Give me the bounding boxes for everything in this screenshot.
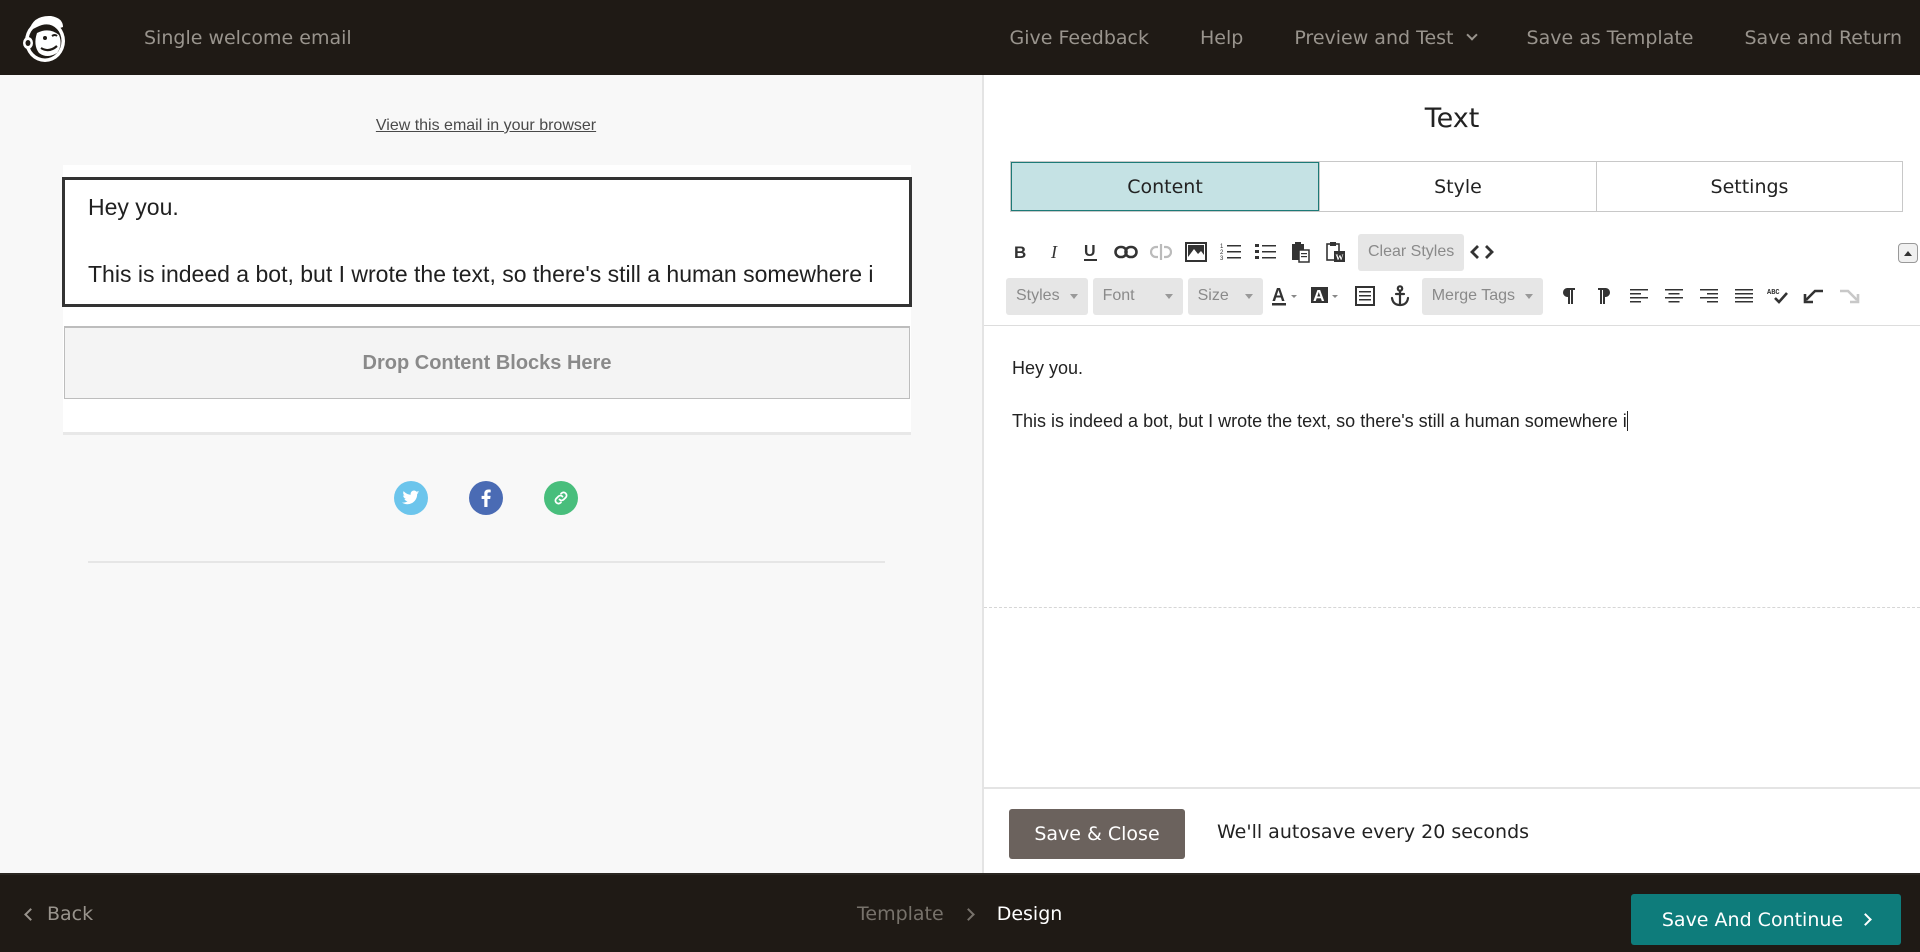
view-in-browser-link[interactable]: View this email in your browser	[0, 117, 972, 135]
chevron-right-icon	[1859, 913, 1872, 926]
collapse-toolbar-button[interactable]	[1898, 243, 1918, 263]
spellcheck-icon[interactable]: ABC	[1766, 278, 1792, 314]
svg-text:ABC: ABC	[1767, 289, 1780, 297]
image-icon[interactable]	[1183, 234, 1209, 270]
caret-down-icon	[1164, 293, 1173, 299]
tab-settings[interactable]: Settings	[1596, 162, 1902, 211]
breadcrumb-template[interactable]: Template	[857, 903, 944, 925]
mailchimp-logo-icon[interactable]	[18, 10, 70, 66]
align-left-icon[interactable]	[1626, 278, 1652, 314]
chevron-left-icon	[24, 907, 37, 921]
paste-icon[interactable]	[1288, 234, 1314, 270]
link-icon[interactable]	[1113, 234, 1139, 270]
social-icons	[0, 481, 972, 515]
top-nav: Give Feedback Help Preview and Test Save…	[1010, 0, 1920, 75]
styles-label: Styles	[1016, 287, 1060, 304]
underline-icon[interactable]: U	[1078, 234, 1104, 270]
font-dropdown[interactable]: Font	[1092, 277, 1183, 315]
facebook-icon[interactable]	[469, 481, 503, 515]
top-bar: Single welcome email Give Feedback Help …	[0, 0, 1920, 75]
unordered-list-icon[interactable]	[1253, 234, 1279, 270]
email-body: Hey you. This is indeed a bot, but I wro…	[62, 165, 912, 435]
background-color-icon[interactable]: A	[1310, 278, 1343, 314]
preview-and-test-dropdown[interactable]: Preview and Test	[1294, 26, 1478, 49]
footer-divider	[88, 561, 885, 563]
breadcrumb: Template Design	[857, 903, 1062, 925]
editor-line-text: This is indeed a bot, but I wrote the te…	[1012, 411, 1627, 431]
email-title: Single welcome email	[144, 26, 352, 49]
preview-and-test-label: Preview and Test	[1294, 26, 1454, 49]
text-block-line: This is indeed a bot, but I wrote the te…	[88, 261, 874, 287]
autosave-note: We'll autosave every 20 seconds	[1217, 821, 1530, 843]
drop-content-blocks-zone[interactable]: Drop Content Blocks Here	[64, 326, 910, 399]
size-label: Size	[1197, 287, 1229, 304]
size-dropdown[interactable]: Size	[1187, 277, 1263, 315]
selected-text-block[interactable]: Hey you. This is indeed a bot, but I wro…	[62, 177, 912, 307]
svg-text:W: W	[1336, 253, 1344, 262]
chevron-down-icon	[1465, 29, 1478, 41]
panel-tabs: Content Style Settings	[1010, 161, 1903, 212]
ltr-paragraph-icon[interactable]	[1556, 278, 1582, 314]
align-right-icon[interactable]	[1696, 278, 1722, 314]
redo-icon[interactable]	[1836, 278, 1862, 314]
unlink-icon[interactable]	[1148, 234, 1174, 270]
save-as-template-link[interactable]: Save as Template	[1527, 27, 1694, 49]
svg-text:B: B	[1014, 244, 1026, 260]
email-divider	[63, 432, 911, 435]
merge-tags-label: Merge Tags	[1431, 287, 1516, 304]
merge-tags-dropdown[interactable]: Merge Tags	[1421, 277, 1544, 315]
tab-content[interactable]: Content	[1011, 162, 1319, 211]
save-close-button[interactable]: Save & Close	[1009, 809, 1185, 859]
ordered-list-icon[interactable]: 123	[1218, 234, 1244, 270]
caret-down-icon	[1069, 293, 1078, 299]
source-code-icon[interactable]	[1469, 234, 1495, 270]
align-justify-icon[interactable]	[1731, 278, 1757, 314]
editor-line: Hey you.	[1012, 358, 1084, 378]
block-format-icon[interactable]	[1352, 278, 1378, 314]
caret-down-icon	[1525, 293, 1534, 299]
text-color-icon[interactable]: A	[1271, 278, 1302, 314]
bold-icon[interactable]: B	[1008, 234, 1034, 270]
back-label: Back	[47, 903, 94, 925]
rtl-paragraph-icon[interactable]	[1591, 278, 1617, 314]
save-and-continue-label: Save And Continue	[1661, 908, 1844, 931]
svg-text:A: A	[1272, 285, 1285, 305]
save-and-return-link[interactable]: Save and Return	[1744, 27, 1902, 49]
help-link[interactable]: Help	[1200, 27, 1243, 49]
bottom-bar: Back Template Design Save And Continue	[0, 873, 1920, 952]
rich-text-editor[interactable]: Hey you. This is indeed a bot, but I wro…	[984, 326, 1920, 608]
editor-toolbar-row-2: Styles Font Size A A Merge Tags ABC	[1006, 277, 1920, 315]
panel-title: Text	[1424, 103, 1480, 134]
caret-down-icon	[1244, 293, 1253, 299]
undo-icon[interactable]	[1801, 278, 1827, 314]
tab-style[interactable]: Style	[1319, 162, 1596, 211]
back-button[interactable]: Back	[24, 903, 94, 925]
svg-text:A: A	[1313, 288, 1325, 305]
clear-styles-button[interactable]: Clear Styles	[1358, 233, 1465, 271]
text-cursor	[1626, 411, 1628, 431]
anchor-icon[interactable]	[1387, 278, 1413, 314]
link-icon[interactable]	[544, 481, 578, 515]
triangle-up-icon	[1904, 250, 1912, 256]
font-label: Font	[1102, 287, 1135, 304]
italic-icon[interactable]: I	[1043, 234, 1069, 270]
panel-footer-divider	[984, 787, 1920, 789]
chevron-right-icon	[961, 907, 975, 921]
text-block-editor-panel: Text Content Style Settings B I U 123 W …	[982, 75, 1920, 873]
email-canvas: View this email in your browser Hey you.…	[0, 75, 982, 873]
give-feedback-link[interactable]: Give Feedback	[1010, 27, 1149, 49]
styles-dropdown[interactable]: Styles	[1006, 277, 1088, 315]
twitter-icon[interactable]	[394, 481, 428, 515]
svg-text:U: U	[1084, 243, 1096, 260]
svg-text:I: I	[1050, 244, 1058, 260]
paste-from-word-icon[interactable]: W	[1323, 234, 1349, 270]
editor-toolbar-row-1: B I U 123 W Clear Styles	[1008, 233, 1920, 271]
svg-text:3: 3	[1220, 256, 1224, 262]
save-and-continue-button[interactable]: Save And Continue	[1631, 894, 1901, 945]
editor-line: This is indeed a bot, but I wrote the te…	[1012, 411, 1892, 432]
breadcrumb-design: Design	[996, 903, 1063, 925]
text-block-line: Hey you.	[88, 194, 179, 220]
align-center-icon[interactable]	[1661, 278, 1687, 314]
